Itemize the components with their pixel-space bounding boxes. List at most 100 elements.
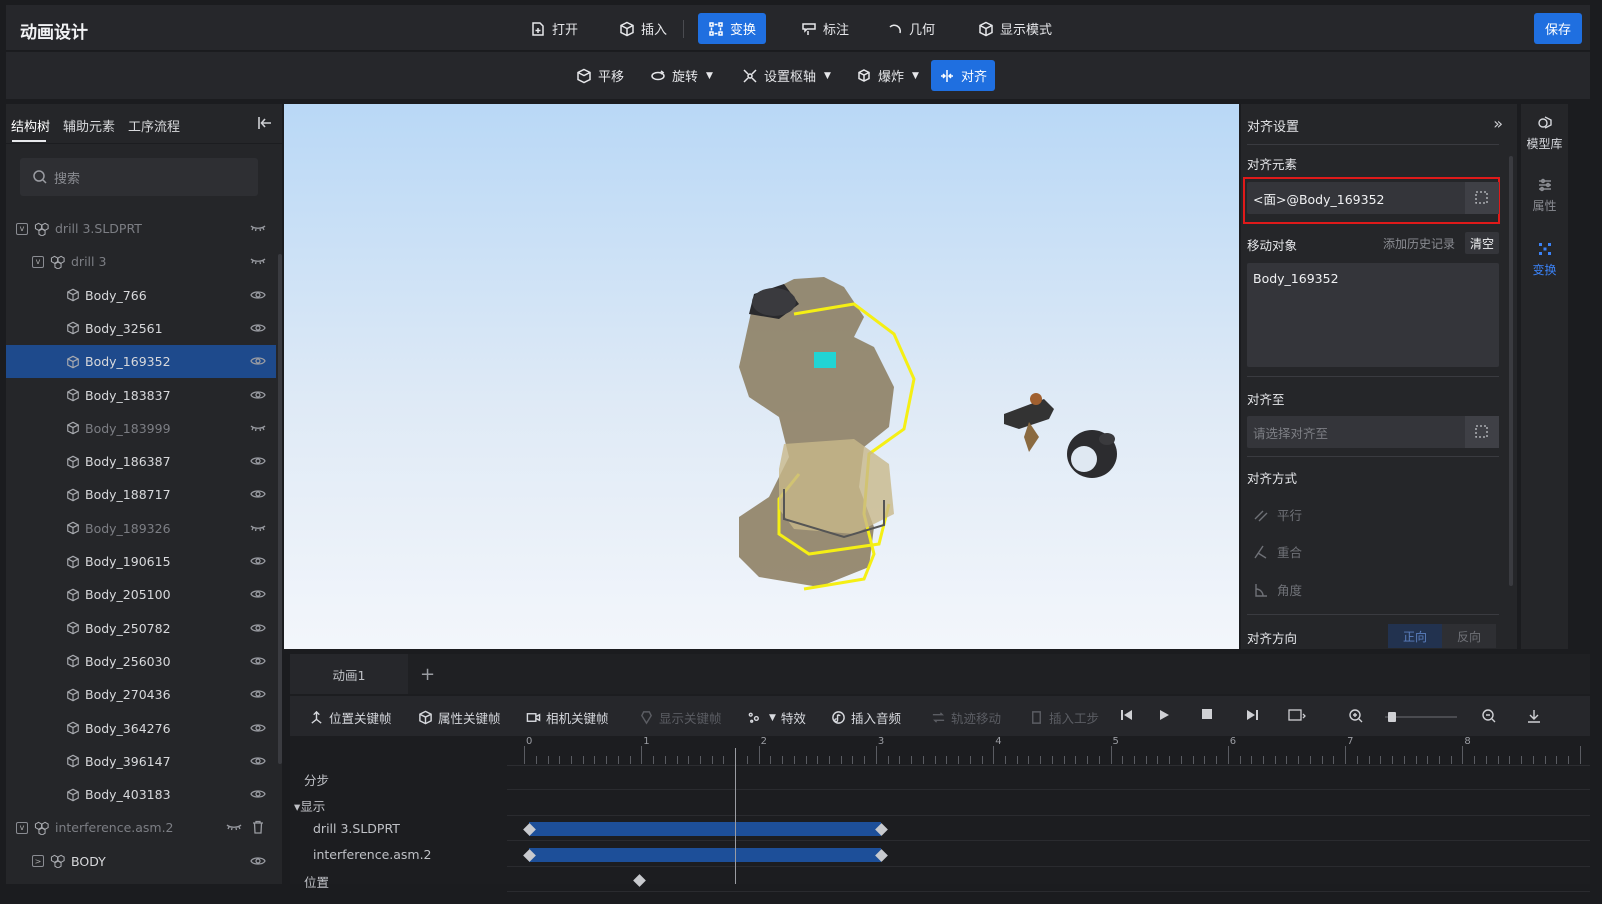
set-pivot-button[interactable]: 设置枢轴 ▼ [734,60,839,91]
tree-item[interactable]: Body_188717 [6,478,276,511]
collapse-panel-icon[interactable] [256,114,274,135]
hidden-eye-icon[interactable] [250,254,266,268]
playback-speed-icon[interactable] [1288,708,1306,722]
hidden-eye-icon[interactable] [250,421,266,435]
eye-icon[interactable] [250,288,266,302]
hidden-eye-icon[interactable] [226,820,242,834]
mode-angle[interactable]: 角度 [1253,580,1302,599]
track-row[interactable] [507,766,1590,790]
tree-item[interactable]: Body_250782 [6,612,276,645]
move-object-item[interactable]: Body_169352 [1253,271,1339,286]
eye-icon[interactable] [250,754,266,768]
tree-item[interactable]: Body_32561 [6,312,276,345]
track-label[interactable]: drill 3.SLDPRT [313,821,400,836]
direction-reverse[interactable]: 反向 [1442,624,1496,648]
tree-item[interactable]: v interference.asm.2 [6,811,276,844]
hidden-eye-icon[interactable] [250,221,266,235]
toolbar-annotation-button[interactable]: 标注 [791,13,859,44]
tree-item[interactable]: v drill 3.SLDPRT [6,212,276,245]
track-label[interactable]: interference.asm.2 [313,847,432,862]
track-row[interactable] [507,868,1590,892]
tab-auxiliary-elements[interactable]: 辅助元素 [63,116,115,135]
search-input[interactable]: 搜索 [20,158,258,196]
tab-process-flow[interactable]: 工序流程 [128,116,180,135]
direction-forward[interactable]: 正向 [1388,624,1442,648]
align-element-field[interactable]: <面>@Body_169352 [1247,182,1499,214]
display-keyframe-bar[interactable] [529,848,881,862]
timeline-tool-button[interactable]: 位置关键帧 [308,708,392,727]
eye-icon[interactable] [250,854,266,868]
eye-icon[interactable] [250,321,266,335]
pick-element-icon[interactable] [1465,182,1499,214]
keyframe-diamond[interactable] [633,874,647,887]
tree-item[interactable]: Body_189326 [6,512,276,545]
explode-button[interactable]: 爆炸 ▼ [848,60,927,91]
tree-item[interactable]: Body_190615 [6,545,276,578]
toolbar-transform-button[interactable]: 变换 [698,13,767,44]
expand-toggle-icon[interactable]: v [32,255,44,268]
playhead[interactable] [735,748,737,884]
prev-frame-icon[interactable] [1120,708,1134,722]
eye-icon[interactable] [250,388,266,402]
eye-icon[interactable] [250,454,266,468]
tree-item[interactable]: Body_256030 [6,645,276,678]
pick-target-icon[interactable] [1465,416,1499,448]
align-button[interactable]: 对齐 [931,60,996,91]
3d-viewport[interactable] [284,104,1239,649]
track-row[interactable] [507,843,1590,867]
dock-properties[interactable]: 属性 [1521,176,1568,214]
display-keyframe-bar[interactable] [529,822,881,836]
timeline-tool-button[interactable]: 相机关键帧 [525,708,609,727]
tree-item[interactable]: Body_205100 [6,578,276,611]
expand-toggle-icon[interactable]: > [32,855,44,868]
tab-animation-1[interactable]: 动画1 [290,654,408,694]
zoom-in-icon[interactable] [1348,708,1364,724]
track-label[interactable]: 分步 [304,770,329,789]
track-label[interactable]: 位置 [304,872,329,891]
tree-scrollbar[interactable] [278,254,282,764]
tree-item[interactable]: Body_183837 [6,379,276,412]
mode-parallel[interactable]: 平行 [1253,505,1302,524]
timeline-tool-button[interactable]: 属性关键帧 [417,708,501,727]
zoom-out-icon[interactable] [1481,708,1497,724]
track-row[interactable] [507,792,1590,816]
align-to-field[interactable]: 请选择对齐至 [1247,416,1499,448]
dock-model-library[interactable]: 模型库 [1521,114,1568,152]
tab-structure-tree[interactable]: 结构树 [11,116,50,135]
timeline-tool-button[interactable]: 轨迹移动 [930,708,1001,727]
tree-item[interactable]: Body_364276 [6,712,276,745]
toolbar-insert-button[interactable]: 插入 [609,13,677,44]
hidden-eye-icon[interactable] [250,521,266,535]
eye-icon[interactable] [250,687,266,701]
rotate-button[interactable]: 旋转 ▼ [642,60,721,91]
timeline-tool-button[interactable]: ▼ 特效 [746,708,806,727]
add-history-link[interactable]: 添加历史记录 [1383,235,1455,252]
tree-item[interactable]: Body_403183 [6,778,276,811]
toolbar-open-button[interactable]: 打开 [520,13,588,44]
time-ruler[interactable]: 0 1 2 3 4 5 6 7 8 [507,736,1590,766]
eye-icon[interactable] [250,721,266,735]
download-icon[interactable] [1526,708,1542,724]
dock-transform[interactable]: 变换 [1521,240,1568,278]
trash-icon[interactable] [250,820,266,835]
timeline-tool-button[interactable]: 插入工步 [1028,708,1099,727]
clear-button[interactable]: 清空 [1465,232,1499,254]
eye-icon[interactable] [250,621,266,635]
move-button[interactable]: 平移 [568,60,632,91]
eye-icon[interactable] [250,587,266,601]
track-row[interactable] [507,817,1590,841]
stop-icon[interactable] [1201,708,1213,720]
expand-toggle-icon[interactable]: v [16,222,28,235]
tree-item[interactable]: Body_169352 [6,345,276,379]
tree-item[interactable]: Body_766 [6,279,276,312]
move-object-list[interactable]: Body_169352 [1247,263,1499,367]
timeline-tool-button[interactable]: 插入音频 [830,708,901,727]
zoom-slider-handle[interactable] [1388,712,1396,722]
add-animation-icon[interactable]: + [420,664,435,685]
eye-icon[interactable] [250,654,266,668]
tree-item[interactable]: v drill 3 [6,245,276,278]
save-button[interactable]: 保存 [1534,13,1582,44]
tree-item[interactable]: Body_186387 [6,445,276,478]
eye-icon[interactable] [250,487,266,501]
eye-icon[interactable] [250,787,266,801]
